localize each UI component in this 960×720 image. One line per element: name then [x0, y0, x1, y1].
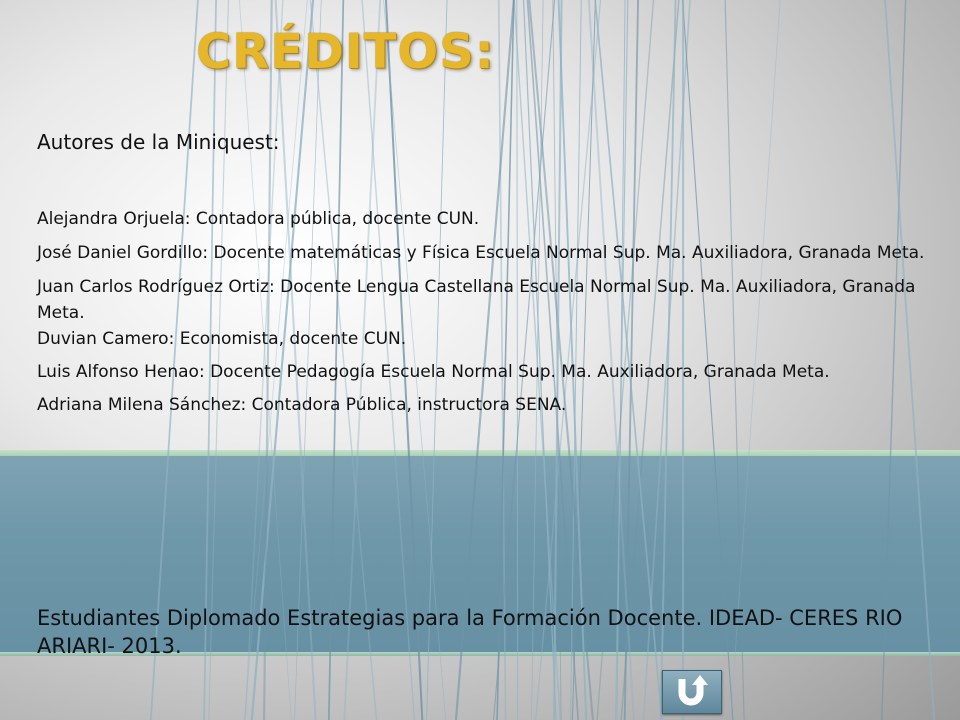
author-line: Juan Carlos Rodríguez Ortiz: Docente Len…: [37, 277, 916, 323]
slide-title: CRÉDITOS:: [196, 24, 495, 80]
author-line: Duvian Camero: Economista, docente CUN.: [37, 329, 407, 349]
author-line: José Daniel Gordillo: Docente matemática…: [37, 243, 925, 263]
author-line: Adriana Milena Sánchez: Contadora Públic…: [37, 395, 567, 415]
author-line: Alejandra Orjuela: Contadora pública, do…: [37, 209, 480, 229]
footer-text: Estudiantes Diplomado Estrategias para l…: [37, 606, 903, 658]
author-line: Luis Alfonso Henao: Docente Pedagogía Es…: [37, 362, 830, 382]
return-button[interactable]: [662, 670, 722, 714]
slide: CRÉDITOS: Autores de la Miniquest: Aleja…: [0, 0, 960, 720]
authors-heading: Autores de la Miniquest:: [37, 130, 280, 154]
authors-list: Alejandra Orjuela: Contadora pública, do…: [37, 206, 927, 426]
u-turn-return-icon: [678, 675, 708, 706]
